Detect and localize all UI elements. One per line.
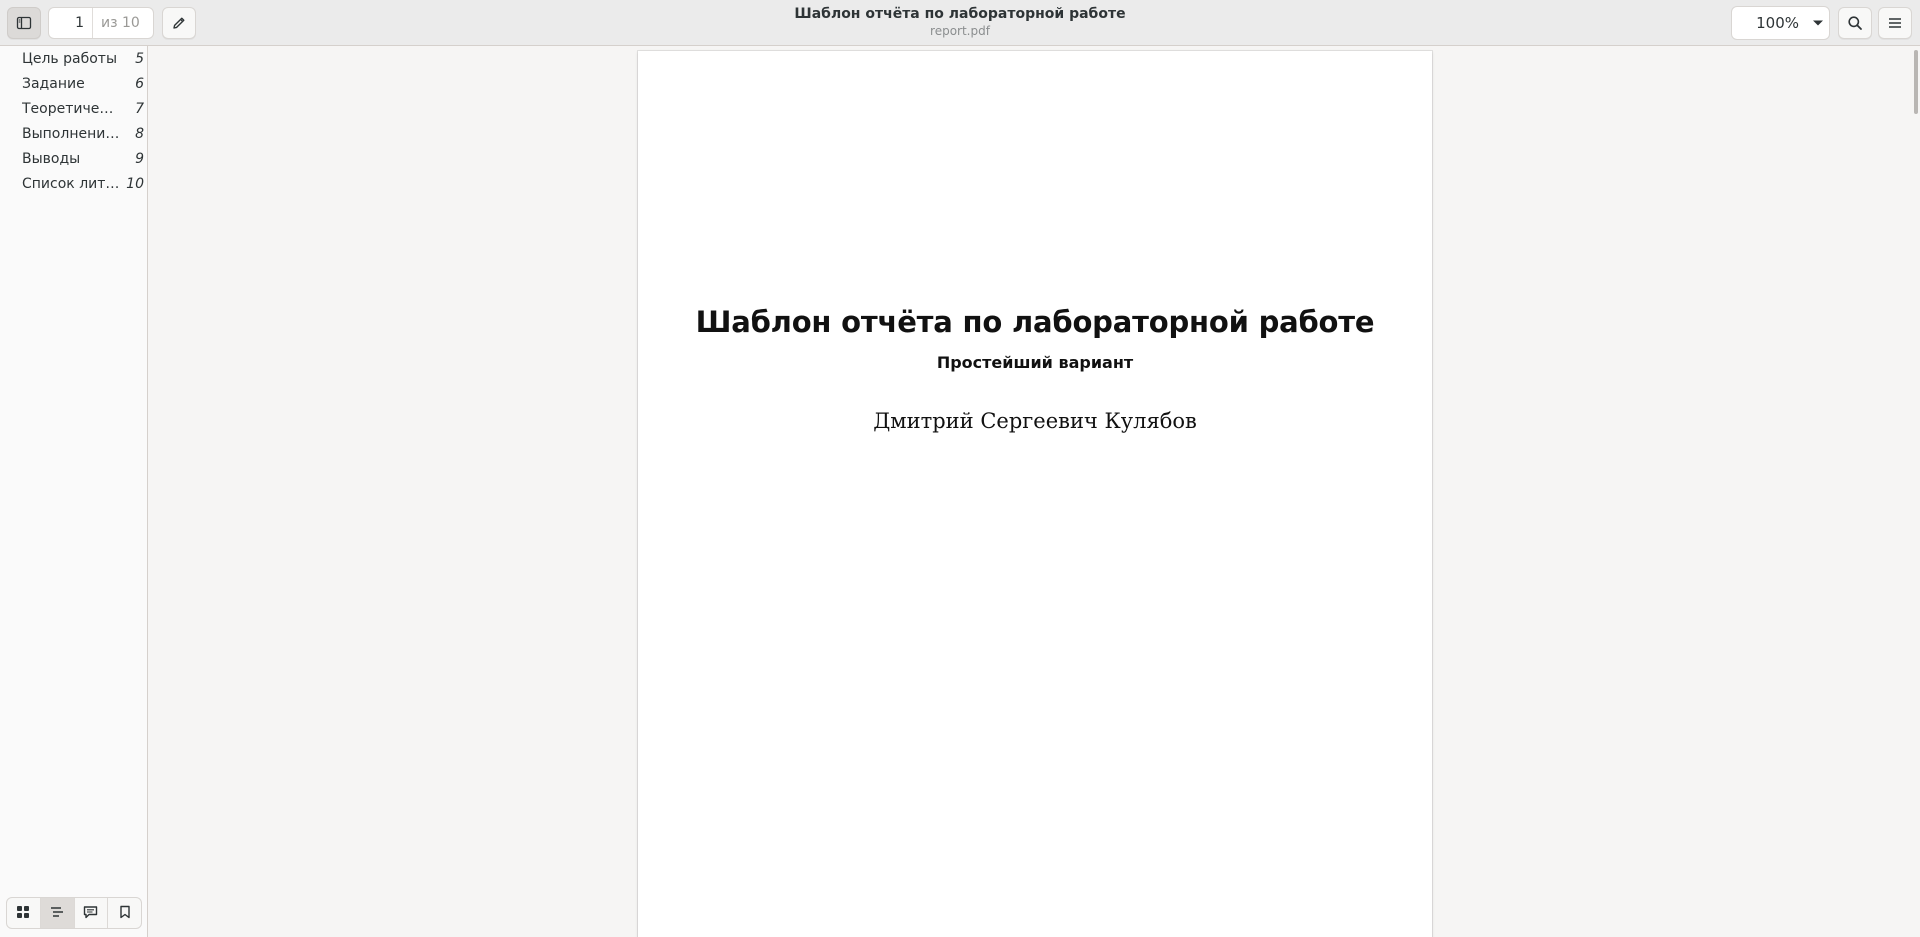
zoom-value: 100% [1756,14,1799,32]
search-button[interactable] [1838,7,1872,39]
document-view[interactable]: Шаблон отчёта по лабораторной работе Про… [148,46,1920,937]
page-number-field[interactable]: 1 из 10 [48,7,154,39]
outline-item-page: 10 [126,175,144,192]
document-page: Шаблон отчёта по лабораторной работе Про… [638,51,1432,937]
tab-thumbnails[interactable] [7,898,41,928]
pencil-icon [171,15,187,31]
annotations-icon [83,904,98,923]
outline-item-label: Цель работы [22,50,118,67]
chevron-down-icon [1807,19,1829,27]
file-name-label: report.pdf [930,24,990,38]
grid-icon [16,904,30,923]
current-page-input[interactable]: 1 [49,8,93,38]
tab-outline[interactable] [40,898,75,928]
total-pages-label: из 10 [101,15,140,31]
tab-bookmarks[interactable] [108,898,141,928]
bookmark-icon [119,904,131,923]
zoom-selector[interactable]: 100% [1731,6,1830,40]
outline-item[interactable]: Задание 6 [0,71,147,96]
outline-item-label: Выводы [22,150,81,167]
outline-item-page: 5 [135,50,144,67]
sidebar: Цель работы 5 Задание 6 Теоретичес… 7 Вы… [0,46,148,937]
outline-item-label: Список лите… [22,175,120,192]
window-title: Шаблон отчёта по лабораторной работе rep… [660,6,1260,39]
outline-item-label: Задание [22,75,85,92]
outline-item-label: Выполнение… [22,125,120,142]
vertical-scrollbar[interactable] [1914,50,1918,114]
outline-item[interactable]: Список лите… 10 [0,171,147,196]
outline-item-page: 8 [135,125,144,142]
outline-item[interactable]: Теоретичес… 7 [0,96,147,121]
main-menu-button[interactable] [1878,7,1912,39]
sidebar-toggle-button[interactable] [7,7,41,39]
page-title: Шаблон отчёта по лабораторной работе [695,305,1375,339]
header-bar: 1 из 10 Шаблон отчёта по лабораторной ра… [0,0,1920,46]
outline-item-page: 6 [135,75,144,92]
outline-item[interactable]: Выполнение… 8 [0,121,147,146]
search-icon [1847,15,1863,31]
sidebar-view-switcher [6,897,142,929]
hamburger-menu-icon [1887,15,1903,31]
outline-item-label: Теоретичес… [22,100,120,117]
outline-icon [50,904,64,923]
page-subtitle: Простейший вариант [936,353,1134,372]
page-author: Дмитрий Сергеевич Кулябов [873,409,1197,433]
document-title-label: Шаблон отчёта по лабораторной работе [794,6,1126,22]
annotate-button[interactable] [162,7,196,39]
outline-item-page: 9 [135,150,144,167]
outline-item-page: 7 [135,100,144,117]
sidebar-toggle-icon [16,15,32,31]
outline-item[interactable]: Выводы 9 [0,146,147,171]
outline-item[interactable]: Цель работы 5 [0,46,147,71]
tab-annotations[interactable] [75,898,109,928]
